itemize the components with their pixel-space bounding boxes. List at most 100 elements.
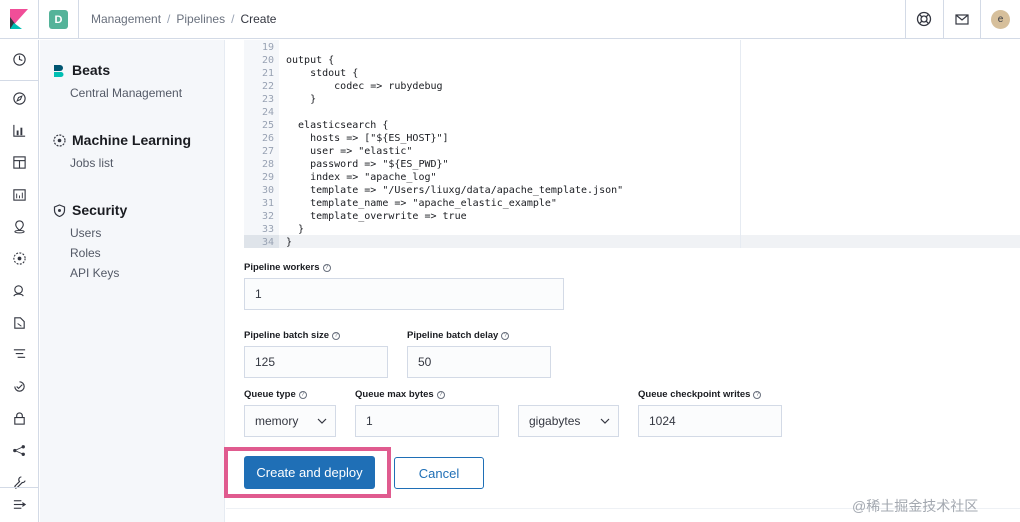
visualize-icon[interactable] [12, 123, 27, 138]
cancel-button[interactable]: Cancel [394, 457, 484, 489]
line-number: 29 [261, 172, 274, 183]
watermark: @稀土掘金技术社区 [852, 498, 979, 514]
line-number: 31 [261, 198, 274, 209]
code-line: 34} [244, 236, 741, 249]
line-number: 20 [261, 55, 274, 66]
queue-type-select[interactable]: memory [244, 405, 336, 437]
line-content: output { [286, 55, 335, 66]
ml-icon[interactable] [12, 251, 27, 266]
apm-icon[interactable] [12, 347, 27, 362]
metrics-icon[interactable] [12, 283, 27, 298]
line-number: 22 [261, 81, 274, 92]
breadcrumb: Management / Pipelines / Create [91, 12, 276, 26]
breadcrumb-pipelines[interactable]: Pipelines [176, 12, 225, 26]
code-line: 26 hosts => ["${ES_HOST}"] [244, 132, 741, 145]
code-line: 27 user => "elastic" [244, 145, 741, 158]
line-number: 34 [261, 237, 274, 248]
space-selector-avatar[interactable]: D [49, 10, 68, 29]
nav-group-machine-learning: Machine Learning Jobs list [53, 132, 191, 170]
queue-checkpoint-writes-input[interactable]: 1024 [638, 405, 782, 437]
mail-icon[interactable] [954, 11, 970, 27]
info-icon[interactable]: ? [436, 390, 445, 399]
code-line: 28 password => "${ES_PWD}" [244, 158, 741, 171]
code-line: 33 } [244, 223, 741, 236]
header-divider [943, 0, 944, 39]
line-content: stdout { [286, 68, 359, 79]
clock-icon[interactable] [12, 52, 27, 67]
shield-icon [53, 203, 66, 217]
sidebar-item-api-keys[interactable]: API Keys [70, 266, 127, 280]
rail-divider [0, 80, 38, 81]
pipeline-batch-size-input[interactable]: 125 [244, 346, 388, 378]
create-and-deploy-button[interactable]: Create and deploy [244, 456, 375, 489]
siem-lock-icon[interactable] [12, 411, 27, 426]
logs-icon[interactable] [12, 315, 27, 330]
label-text: Queue type [244, 389, 296, 400]
header-divider [78, 0, 79, 39]
pipeline-batch-size-label: Pipeline batch size ? [244, 330, 340, 341]
line-content: user => "elastic" [286, 146, 413, 157]
line-number: 28 [261, 159, 274, 170]
canvas-icon[interactable] [12, 187, 27, 202]
queue-checkpoint-writes-label: Queue checkpoint writes ? [638, 389, 762, 400]
user-avatar[interactable]: e [991, 10, 1010, 29]
line-content: password => "${ES_PWD}" [286, 159, 449, 170]
line-content: } [286, 224, 305, 235]
pipeline-code-editor[interactable]: 19 20 output {21 stdout {22 codec => rubyd… [244, 40, 741, 248]
info-icon[interactable]: ? [753, 390, 762, 399]
label-text: Pipeline batch size [244, 330, 329, 341]
top-header: D Management / Pipelines / Create e [0, 0, 1020, 39]
line-content: } [286, 237, 293, 248]
line-content: codec => rubydebug [286, 81, 443, 92]
code-line: 19 [244, 41, 741, 54]
compass-icon[interactable] [12, 91, 27, 106]
sidebar-item-users[interactable]: Users [70, 226, 127, 240]
queue-max-bytes-units-select[interactable]: gigabytes [518, 405, 619, 437]
management-sidenav: Beats Central Management Machine Learnin… [40, 40, 225, 522]
nav-title-machine-learning: Machine Learning [53, 132, 191, 148]
code-line: 24 [244, 106, 741, 119]
info-icon[interactable]: ? [501, 331, 510, 340]
uptime-icon[interactable] [12, 379, 27, 394]
nav-group-beats: Beats Central Management [53, 62, 182, 100]
line-content: elasticsearch { [286, 120, 389, 131]
label-text: Queue max bytes [355, 389, 434, 400]
info-icon[interactable]: ? [332, 331, 340, 340]
line-content: hosts => ["${ES_HOST}"] [286, 133, 449, 144]
dashboard-icon[interactable] [12, 155, 27, 170]
collapse-nav-icon[interactable] [12, 497, 27, 512]
breadcrumb-management[interactable]: Management [91, 12, 161, 26]
ml-icon [53, 133, 66, 147]
line-number: 25 [261, 120, 274, 131]
pipeline-batch-delay-input[interactable]: 50 [407, 346, 551, 378]
code-line: 21 stdout { [244, 67, 741, 80]
header-divider [980, 0, 981, 39]
label-text: Pipeline workers [244, 262, 320, 273]
sidebar-item-jobs-list[interactable]: Jobs list [70, 156, 191, 170]
sidebar-item-central-management[interactable]: Central Management [70, 86, 182, 100]
line-number: 27 [261, 146, 274, 157]
info-icon[interactable]: ? [322, 263, 331, 272]
maps-icon[interactable] [12, 219, 27, 234]
kibana-logo-icon[interactable] [10, 9, 28, 29]
code-line: 23 } [244, 93, 741, 106]
info-icon[interactable]: ? [298, 390, 307, 399]
nav-title-security: Security [53, 202, 127, 218]
graph-icon[interactable] [12, 443, 27, 458]
help-icon[interactable] [916, 11, 932, 27]
queue-max-bytes-label: Queue max bytes ? [355, 389, 445, 400]
nav-title-label: Beats [72, 62, 111, 78]
line-content: } [286, 94, 317, 105]
select-value: gigabytes [529, 414, 581, 428]
code-line: 20 output { [244, 54, 741, 67]
queue-type-label: Queue type ? [244, 389, 307, 400]
nav-group-security: Security Users Roles API Keys [53, 202, 127, 280]
queue-max-bytes-input[interactable]: 1 [355, 405, 499, 437]
line-number: 33 [261, 224, 274, 235]
nav-title-label: Machine Learning [72, 132, 192, 148]
line-number: 30 [261, 185, 274, 196]
pipeline-workers-label: Pipeline workers ? [244, 262, 331, 273]
sidebar-item-roles[interactable]: Roles [70, 246, 127, 260]
code-line: 31 template_name => "apache_elastic_exam… [244, 197, 741, 210]
pipeline-workers-input[interactable]: 1 [244, 278, 564, 310]
